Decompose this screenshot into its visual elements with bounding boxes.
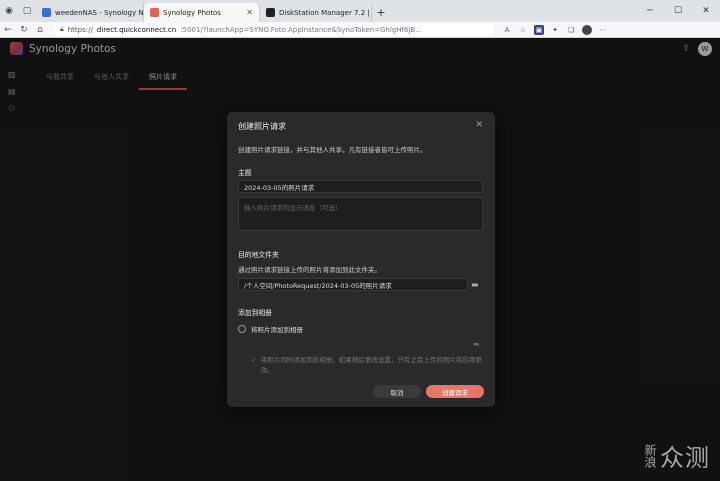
tab-actions-icon[interactable]: ▢ — [18, 0, 36, 22]
subject-input[interactable]: 2024-03-05的照片请求 — [238, 180, 483, 193]
profile-avatar-icon[interactable] — [582, 24, 592, 35]
url-prefix: https:// — [67, 25, 93, 34]
browser-tab-strip: ◉ ▢ weedenNAS - Synology NAS ✕ Synology … — [0, 0, 720, 22]
new-tab-button[interactable]: + — [372, 3, 390, 22]
radio-button[interactable] — [238, 325, 246, 333]
create-photo-request-dialog: 创建照片请求 ✕ 创建照片请求链接，并与其他人共享。凡有链接者皆可上传照片。 主… — [227, 112, 495, 407]
close-icon[interactable]: ✕ — [246, 8, 253, 17]
tab-label: DiskStation Manager 7.2 | 數據… — [279, 8, 371, 17]
browser-tab-dsm[interactable]: DiskStation Manager 7.2 | 數據… ✕ — [260, 3, 372, 22]
puzzle-icon[interactable]: ✦ — [550, 25, 560, 35]
refresh-icon[interactable]: ↻ — [16, 25, 32, 35]
read-aloud-icon[interactable]: A — [502, 25, 512, 35]
album-note-text: 将照片同时添加到此相册。如果稍后更改设置，只有之后上传的照片将应用更改。 — [260, 356, 482, 374]
destination-folder-label: 目的地文件夹 — [238, 251, 279, 259]
url-host: direct.quickconnect.cn — [96, 25, 177, 34]
watermark-line2: 众测 — [660, 444, 710, 472]
browser-tab-photos[interactable]: Synology Photos ✕ — [144, 3, 260, 22]
close-icon[interactable]: ✕ — [475, 120, 483, 130]
more-icon[interactable]: ⋯ — [598, 25, 608, 35]
folder-icon[interactable]: ▬ — [471, 280, 479, 289]
destination-folder-description: 通过照片请求链接上传的照片将添加到此文件夹。 — [238, 266, 381, 274]
synology-nas-favicon-icon — [42, 8, 51, 17]
maximize-icon[interactable]: ☐ — [664, 0, 692, 22]
dsm-favicon-icon — [266, 8, 275, 17]
url-rest: :5001/?launchApp=SYNO.Foto.AppInstance&S… — [180, 25, 423, 34]
dialog-title: 创建照片请求 — [238, 122, 286, 131]
browser-tab-nas[interactable]: weedenNAS - Synology NAS ✕ — [36, 3, 144, 22]
watermark: 新浪 众测 — [643, 438, 710, 473]
address-bar-row: ← ↻ ⌂ 🔒︎ https:// direct.quickconnect.cn… — [0, 22, 720, 38]
cancel-button[interactable]: 取消 — [373, 385, 421, 398]
add-to-album-option[interactable]: 将照片添加到相册 — [238, 324, 303, 334]
subject-label: 主题 — [238, 169, 252, 177]
tab-label: weedenNAS - Synology NAS — [55, 8, 144, 17]
lock-icon: ▬ — [473, 340, 480, 348]
synology-photos-favicon-icon — [150, 8, 159, 17]
window-controls: ─ ☐ ✕ — [636, 0, 720, 22]
minimize-icon[interactable]: ─ — [636, 0, 664, 22]
album-note: ✓ 将照片同时添加到此相册。如果稍后更改设置，只有之后上传的照片将应用更改。 — [251, 355, 487, 375]
check-icon: ✓ — [251, 356, 257, 364]
star-icon[interactable]: ☆ — [518, 25, 528, 35]
destination-folder-input[interactable]: /个人空间/PhotoRequest/2024-03-05的照片请求 — [238, 278, 468, 291]
watermark-line1: 新浪 — [643, 443, 657, 468]
lock-icon: 🔒︎ — [60, 25, 64, 33]
url-input[interactable]: 🔒︎ https:// direct.quickconnect.cn :5001… — [54, 23, 494, 36]
extension-icon[interactable]: ▣ — [534, 24, 544, 35]
dialog-description: 创建照片请求链接，并与其他人共享。凡有链接者皆可上传照片。 — [238, 146, 427, 154]
browser-extensions: A ☆ ▣ ✦ ❏ ⋯ — [502, 24, 608, 35]
home-icon[interactable]: ⌂ — [32, 25, 48, 35]
collections-icon[interactable]: ❏ — [566, 25, 576, 35]
add-to-album-label: 添加到相册 — [238, 309, 272, 317]
profile-icon[interactable]: ◉ — [0, 0, 18, 22]
message-textarea[interactable]: 输入照片请求的显示消息（可选） — [238, 197, 483, 231]
create-request-button[interactable]: 创建请求 — [426, 385, 484, 398]
back-icon[interactable]: ← — [0, 25, 16, 35]
close-window-icon[interactable]: ✕ — [692, 0, 720, 22]
add-to-album-option-label: 将照片添加到相册 — [251, 326, 303, 334]
tab-label: Synology Photos — [163, 8, 221, 17]
